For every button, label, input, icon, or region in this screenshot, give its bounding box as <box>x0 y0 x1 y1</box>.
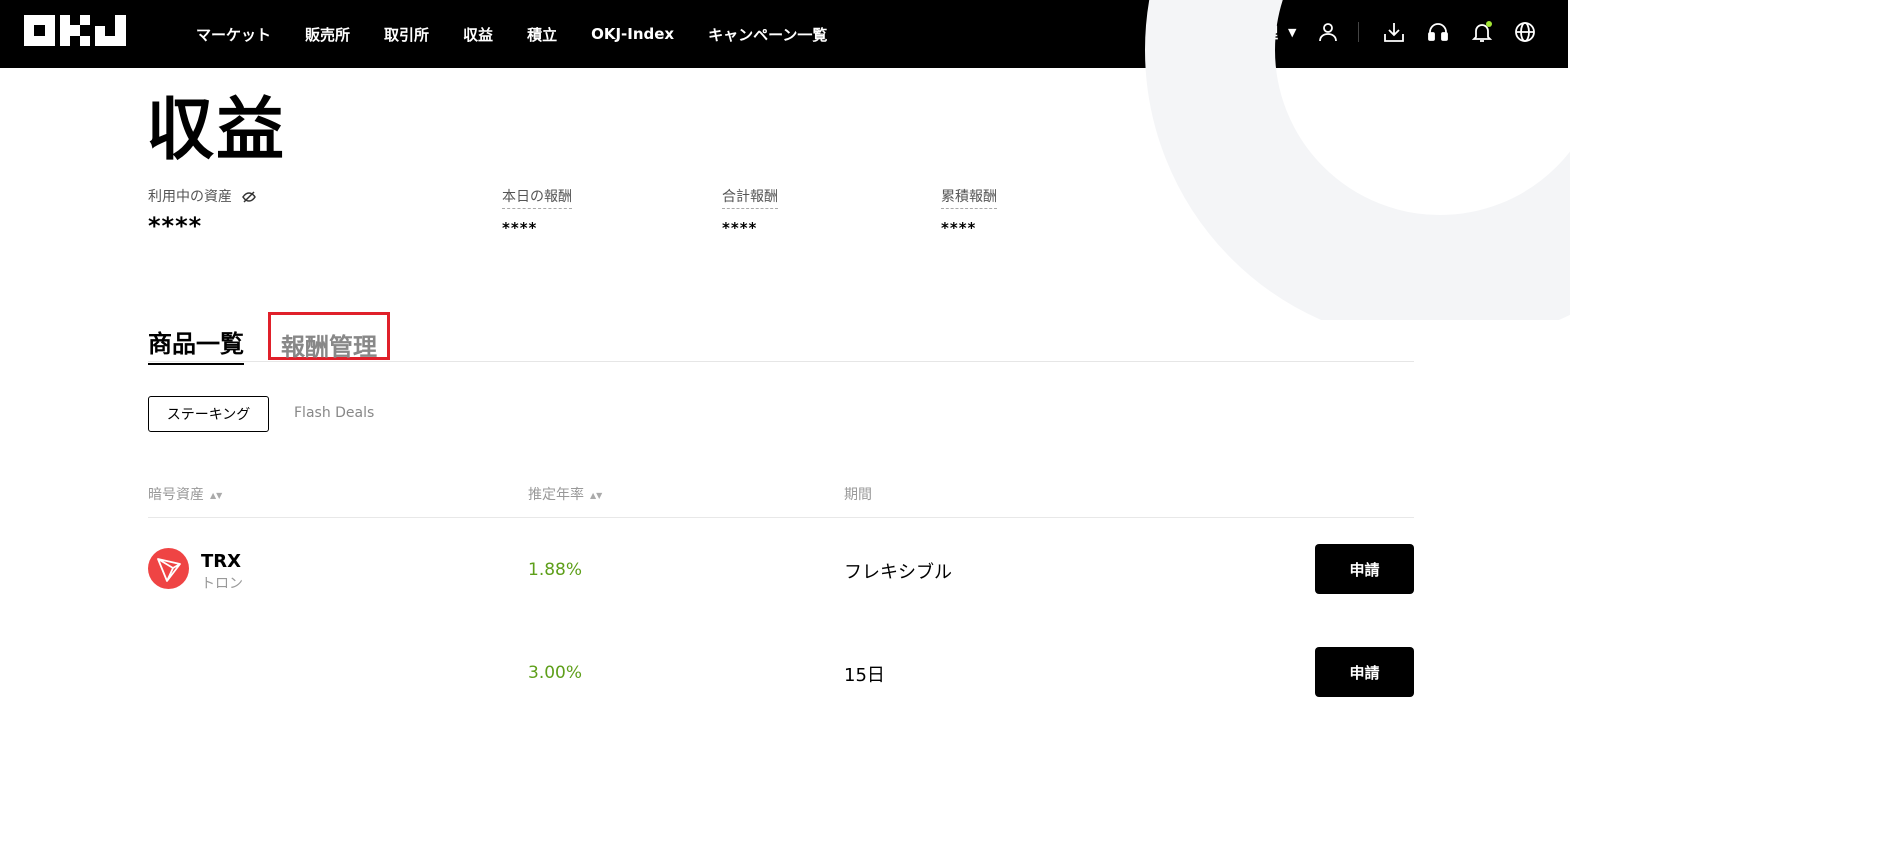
download-icon[interactable] <box>1382 20 1406 44</box>
nav-market[interactable]: マーケット <box>196 24 271 45</box>
subtab-staking[interactable]: ステーキング <box>148 396 269 432</box>
apr-value: 3.00% <box>528 663 583 683</box>
nav-dealer[interactable]: 販売所 <box>305 24 350 45</box>
main-tabs: 商品一覧 報酬管理 <box>148 312 1414 365</box>
sort-icon: ▲▼ <box>590 490 603 500</box>
support-headset-icon[interactable] <box>1426 20 1450 44</box>
asset-management-menu[interactable]: 資産管理 ▼ <box>1218 22 1296 43</box>
tab-product-list[interactable]: 商品一覧 <box>148 324 244 365</box>
coin-name: トロン <box>201 576 243 592</box>
stat-today-reward: 本日の報酬 **** <box>502 186 572 237</box>
column-header-asset[interactable]: 暗号資産 ▲▼ <box>148 484 222 504</box>
apply-button[interactable]: 申請 <box>1315 647 1414 697</box>
nav-okj-index[interactable]: OKJ-Index <box>591 25 674 43</box>
nav-savings-plan[interactable]: 積立 <box>527 24 557 45</box>
subtab-flash-deals[interactable]: Flash Deals <box>294 405 374 421</box>
nav-exchange[interactable]: 取引所 <box>384 24 429 45</box>
header-divider <box>1358 22 1359 42</box>
column-header-term: 期間 <box>844 487 872 503</box>
trx-coin-icon <box>148 548 189 589</box>
stat-total-reward: 合計報酬 **** <box>722 186 778 237</box>
stat-today-label[interactable]: 本日の報酬 <box>502 186 572 209</box>
globe-icon[interactable] <box>1513 20 1537 44</box>
stat-assets-value: **** <box>148 212 203 240</box>
column-header-apr[interactable]: 推定年率 ▲▼ <box>528 484 602 504</box>
user-icon[interactable] <box>1316 20 1340 44</box>
stat-assets-label: 利用中の資産 <box>148 189 232 205</box>
nav-earn[interactable]: 収益 <box>463 24 493 45</box>
column-header-apr-label: 推定年率 <box>528 487 584 503</box>
table-header-divider <box>148 517 1414 518</box>
coin-symbol: TRX <box>201 551 242 572</box>
sort-icon: ▲▼ <box>210 490 223 500</box>
term-value: 15日 <box>844 665 885 686</box>
nav-campaigns[interactable]: キャンペーン一覧 <box>708 24 827 45</box>
okj-logo[interactable] <box>24 15 126 46</box>
column-header-asset-label: 暗号資産 <box>148 487 204 503</box>
caret-down-icon: ▼ <box>1288 26 1297 39</box>
stat-total-value: **** <box>722 219 758 237</box>
hide-eye-icon[interactable] <box>242 191 257 203</box>
stat-assets-in-use: 利用中の資産 **** <box>148 186 257 240</box>
apply-button[interactable]: 申請 <box>1315 544 1414 594</box>
stat-today-value: **** <box>502 219 538 237</box>
bell-icon[interactable] <box>1470 20 1494 44</box>
top-navigation-bar: マーケット 販売所 取引所 収益 積立 OKJ-Index キャンペーン一覧 資… <box>0 0 1568 68</box>
stat-cumulative-reward: 累積報酬 **** <box>941 186 997 237</box>
stat-total-label[interactable]: 合計報酬 <box>722 186 778 209</box>
tab-reward-management[interactable]: 報酬管理 <box>268 312 390 361</box>
apr-value: 1.88% <box>528 560 583 580</box>
term-value: フレキシブル <box>844 562 952 583</box>
page-title: 収益 <box>146 91 287 170</box>
stat-cumulative-value: **** <box>941 219 977 237</box>
stat-cumulative-label[interactable]: 累積報酬 <box>941 186 997 209</box>
asset-management-label: 資産管理 <box>1218 24 1279 42</box>
main-nav: マーケット 販売所 取引所 収益 積立 OKJ-Index キャンペーン一覧 <box>196 0 861 68</box>
